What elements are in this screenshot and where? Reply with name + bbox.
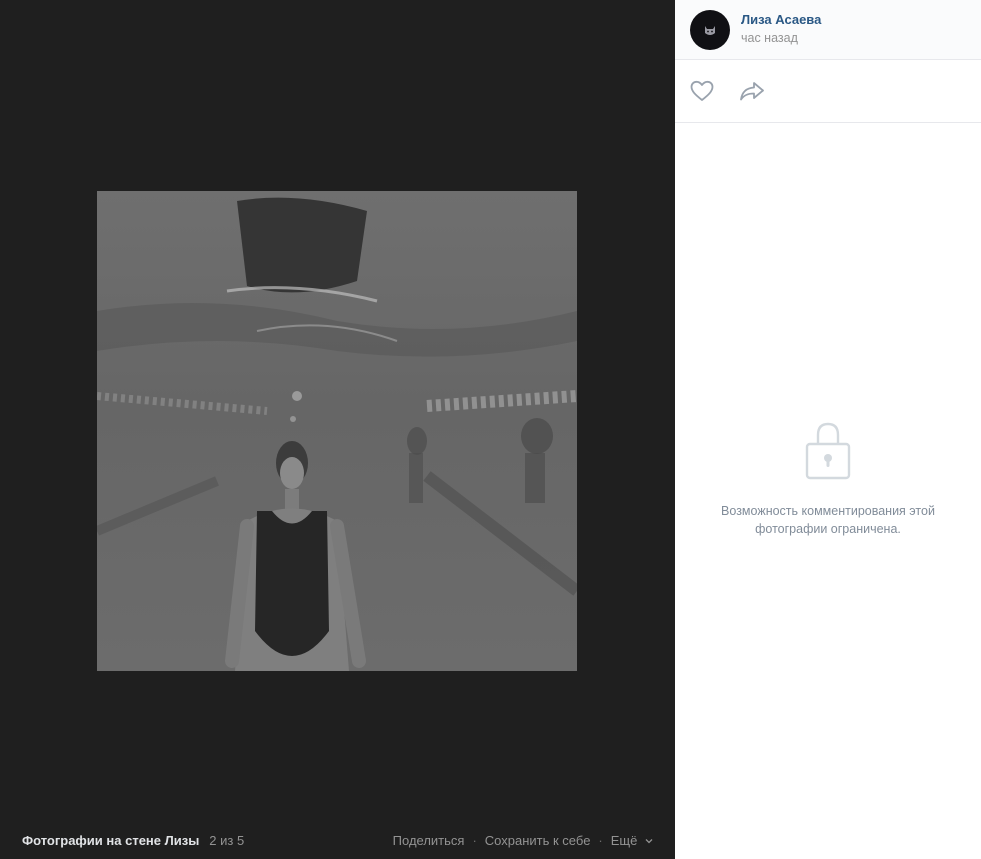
album-info: Фотографии на стене Лизы 2 из 5 xyxy=(22,833,244,848)
photo[interactable] xyxy=(97,191,577,671)
author-info: Лиза Асаева час назад xyxy=(741,12,821,45)
lock-icon xyxy=(805,422,851,480)
viewer-actions: Поделиться · Сохранить к себе · Ещё xyxy=(393,833,653,848)
viewer-bottom-bar: Фотографии на стене Лизы 2 из 5 Поделить… xyxy=(0,821,675,859)
cat-avatar-icon xyxy=(705,25,715,35)
share-link[interactable]: Поделиться xyxy=(393,833,465,848)
like-button[interactable] xyxy=(689,78,715,104)
share-arrow-icon xyxy=(740,82,764,101)
more-menu-button[interactable]: Ещё xyxy=(611,833,653,848)
separator-dot: · xyxy=(598,832,603,848)
more-label: Ещё xyxy=(610,832,638,848)
heart-icon xyxy=(690,80,714,101)
photo-viewer: Фотографии на стене Лизы 2 из 5 Поделить… xyxy=(0,0,675,859)
photo-image xyxy=(97,191,577,671)
photo-info-panel: Лиза Асаева час назад Возможность коммен… xyxy=(675,0,981,859)
comments-restricted-message: Возможность комментирования этой фотогра… xyxy=(721,504,935,536)
comments-restricted: Возможность комментирования этой фотогра… xyxy=(675,420,981,538)
separator-dot: · xyxy=(472,832,477,848)
chevron-down-icon xyxy=(645,839,653,844)
avatar[interactable] xyxy=(690,9,730,50)
share-button[interactable] xyxy=(739,78,765,104)
photo-counter: 2 из 5 xyxy=(209,832,245,848)
post-header: Лиза Асаева час назад xyxy=(675,0,981,60)
post-time[interactable]: час назад xyxy=(741,31,821,45)
reactions-bar xyxy=(675,60,981,123)
album-title-link[interactable]: Фотографии на стене Лизы xyxy=(22,833,199,848)
save-to-album-link[interactable]: Сохранить к себе xyxy=(485,833,591,848)
author-name-link[interactable]: Лиза Асаева xyxy=(741,12,821,27)
